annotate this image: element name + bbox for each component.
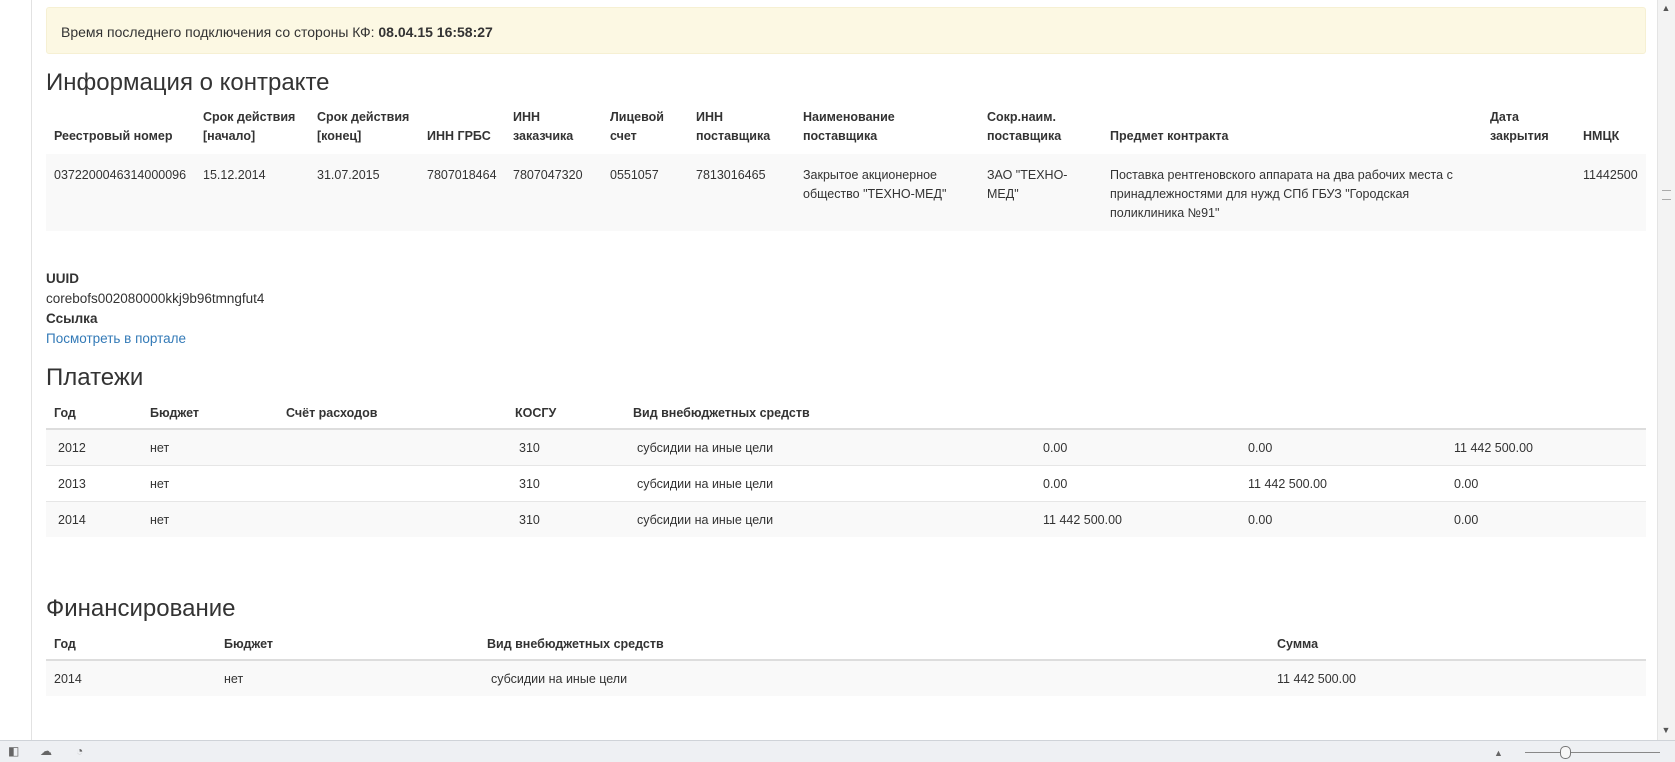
table-row: 2014 нет субсидии на иные цели 11 442 50… <box>46 659 1646 696</box>
cloud-icon[interactable]: ☁ <box>40 743 52 759</box>
col-kosgu: КОСГУ <box>507 397 625 430</box>
budget: нет <box>142 428 278 466</box>
end-date: 31.07.2015 <box>309 154 419 231</box>
amount-2: 11 442 500.00 <box>1240 465 1446 502</box>
contract-subject: Поставка рентгеновского аппарата на два … <box>1102 154 1482 231</box>
gauge-icon[interactable]: ◔ <box>76 743 83 759</box>
year: 2014 <box>46 659 216 696</box>
table-row: 2014 нет 310 субсидии на иные цели 11 44… <box>46 501 1646 537</box>
col-expense-account: Счёт расходов <box>278 397 507 430</box>
expense-account <box>278 428 507 466</box>
col-end-date: Срок действия [конец] <box>317 110 410 143</box>
expense-account <box>278 501 507 537</box>
amount-3: 0.00 <box>1446 465 1646 502</box>
notice-label: Время последнего подключения со стороны … <box>61 24 375 40</box>
zoom-slider-track[interactable] <box>1525 752 1660 753</box>
extrabudget-type: субсидии на иные цели <box>625 428 1035 466</box>
supplier-short-name: ЗАО "ТЕХНО-МЕД" <box>979 154 1102 231</box>
year: 2014 <box>46 501 142 537</box>
col-sum: Сумма <box>1269 628 1646 661</box>
table-row: 2012 нет 310 субсидии на иные цели 0.00 … <box>46 428 1646 466</box>
close-date <box>1482 154 1575 231</box>
contract-table: Реестровый номер Срок действия [начало] … <box>46 108 1646 231</box>
col-nmck: НМЦК <box>1583 129 1620 143</box>
financing-table: Год Бюджет Вид внебюджетных средств Сумм… <box>46 628 1646 696</box>
col-budget: Бюджет <box>216 628 479 661</box>
extrabudget-type: субсидии на иные цели <box>479 659 1269 696</box>
col-registry-number: Реестровый номер <box>54 129 173 143</box>
budget: нет <box>216 659 479 696</box>
col-contract-subject: Предмет контракта <box>1110 129 1229 143</box>
col-account: Лицевой счет <box>610 110 664 143</box>
zoom-slider-thumb[interactable] <box>1560 746 1571 759</box>
contract-title: Информация о контракте <box>46 69 330 96</box>
notice-timestamp: 08.04.15 16:58:27 <box>378 24 493 40</box>
extrabudget-type: субсидии на иные цели <box>625 465 1035 502</box>
supplier-name: Закрытое акционерное общество "ТЕХНО-МЕД… <box>795 154 979 231</box>
col-year: Год <box>46 397 142 430</box>
up-arrow-icon[interactable]: ▲ <box>1494 745 1503 761</box>
registry-number: 0372200046314000096 <box>46 154 195 231</box>
scroll-down-icon[interactable]: ▼ <box>1660 724 1672 737</box>
kosgu: 310 <box>507 465 625 502</box>
amount-1: 0.00 <box>1035 428 1240 466</box>
budget: нет <box>142 501 278 537</box>
left-border <box>31 0 32 740</box>
col-inn-supplier: ИНН поставщика <box>696 110 771 143</box>
year: 2012 <box>46 428 142 466</box>
sum: 11 442 500.00 <box>1269 659 1646 696</box>
table-row: 2013 нет 310 субсидии на иные цели 0.00 … <box>46 465 1646 502</box>
connection-notice: Время последнего подключения со стороны … <box>46 7 1646 54</box>
col-supplier-name: Наименование поставщика <box>803 110 895 143</box>
inn-customer: 7807047320 <box>505 154 602 231</box>
col-extrabudget-type: Вид внебюджетных средств <box>625 397 1035 430</box>
col-inn-customer: ИНН заказчика <box>513 110 574 143</box>
meta-block: UUID corebofs002080000kkj9b96tmngfut4 Сс… <box>46 269 1646 349</box>
financing-header-row: Год Бюджет Вид внебюджетных средств Сумм… <box>46 628 1646 661</box>
vertical-scrollbar[interactable]: ▲ ▼ <box>1657 0 1675 741</box>
amount-2: 0.00 <box>1240 428 1446 466</box>
page-content: Время последнего подключения со стороны … <box>46 7 1646 696</box>
nmck: 11442500 <box>1575 154 1646 231</box>
financing-title: Финансирование <box>46 595 236 622</box>
col-year: Год <box>46 628 216 661</box>
status-bar: ◧ ☁ ◔ ▲ <box>0 740 1675 762</box>
col-amount-3 <box>1446 397 1646 430</box>
budget: нет <box>142 465 278 502</box>
amount-2: 0.00 <box>1240 501 1446 537</box>
contract-row: 0372200046314000096 15.12.2014 31.07.201… <box>46 154 1646 231</box>
start-date: 15.12.2014 <box>195 154 309 231</box>
col-extrabudget-type: Вид внебюджетных средств <box>479 628 1269 661</box>
payments-header-row: Год Бюджет Счёт расходов КОСГУ Вид внебю… <box>46 397 1646 430</box>
amount-1: 11 442 500.00 <box>1035 501 1240 537</box>
link-label: Ссылка <box>46 311 98 326</box>
panel-toggle-icon[interactable]: ◧ <box>8 743 19 759</box>
inn-supplier: 7813016465 <box>688 154 795 231</box>
account: 0551057 <box>602 154 688 231</box>
scroll-up-icon[interactable]: ▲ <box>1660 2 1672 15</box>
amount-3: 11 442 500.00 <box>1446 428 1646 466</box>
uuid-value: corebofs002080000kkj9b96tmngfut4 <box>46 291 265 306</box>
extrabudget-type: субсидии на иные цели <box>625 501 1035 537</box>
inn-grbs: 7807018464 <box>419 154 505 231</box>
col-inn-grbs: ИНН ГРБС <box>427 129 491 143</box>
kosgu: 310 <box>507 501 625 537</box>
col-amount-2 <box>1240 397 1446 430</box>
col-amount-1 <box>1035 397 1240 430</box>
amount-3: 0.00 <box>1446 501 1646 537</box>
payments-table: Год Бюджет Счёт расходов КОСГУ Вид внебю… <box>46 397 1646 537</box>
uuid-label: UUID <box>46 271 79 286</box>
year: 2013 <box>46 465 142 502</box>
contract-header-row: Реестровый номер Срок действия [начало] … <box>46 108 1646 154</box>
scroll-thumb-grip[interactable] <box>1662 190 1671 200</box>
kosgu: 310 <box>507 428 625 466</box>
col-close-date: Дата закрытия <box>1490 110 1549 143</box>
amount-1: 0.00 <box>1035 465 1240 502</box>
payments-title: Платежи <box>46 364 144 391</box>
col-budget: Бюджет <box>142 397 278 430</box>
col-supplier-short-name: Сокр.наим. поставщика <box>987 110 1062 143</box>
expense-account <box>278 465 507 502</box>
col-start-date: Срок действия [начало] <box>203 110 296 143</box>
view-in-portal-link[interactable]: Посмотреть в портале <box>46 329 1646 349</box>
